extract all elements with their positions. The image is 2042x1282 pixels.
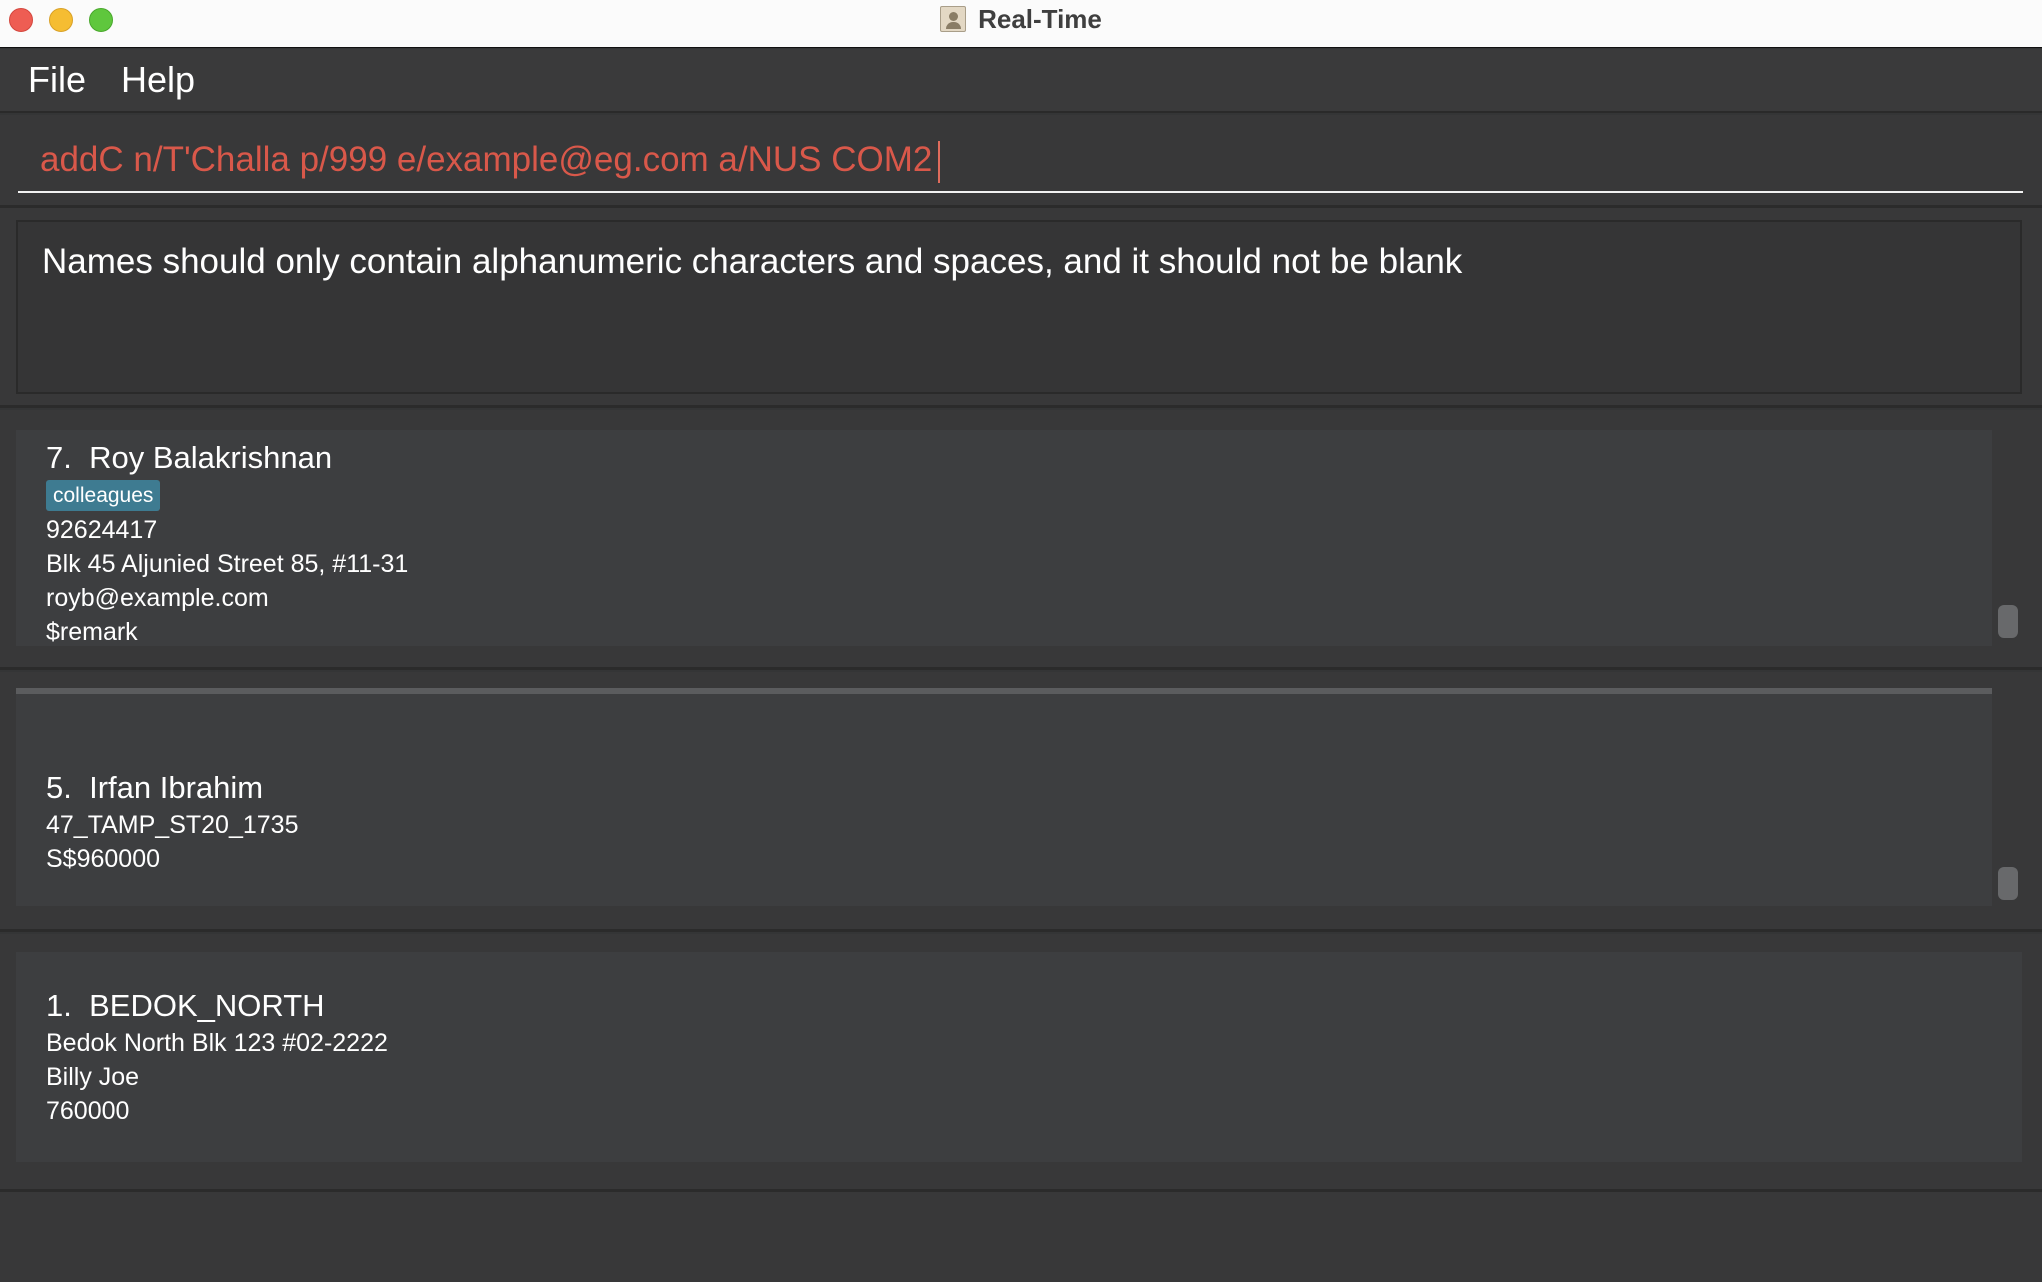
- meetup-name: BEDOK_NORTH: [89, 988, 325, 1023]
- contact-index: 7.: [46, 440, 72, 475]
- contact-list-scrollbar[interactable]: [1998, 605, 2018, 638]
- address-book-icon: [940, 6, 967, 32]
- command-text: addC n/T'Challa p/999 e/example@eg.com a…: [40, 140, 933, 179]
- contact-address: Blk 45 Aljunied Street 85, #11-31: [46, 550, 409, 578]
- meetup-postal: 760000: [46, 1097, 130, 1125]
- property-name-row: 5. Irfan Ibrahim: [46, 768, 1992, 808]
- meetup-card[interactable]: 1. BEDOK_NORTH Bedok North Blk 123 #02-2…: [16, 952, 2022, 1162]
- contact-name-row: 7. Roy Balakrishnan: [46, 438, 1992, 478]
- contact-list-panel: 7. Roy Balakrishnan colleagues 92624417 …: [0, 410, 2042, 670]
- window-title-group: Real-Time: [0, 0, 2042, 38]
- window-title: Real-Time: [978, 3, 1102, 34]
- meetup-contact: Billy Joe: [46, 1063, 140, 1091]
- menu-bar: File Help: [0, 49, 2042, 113]
- meetup-address: Bedok North Blk 123 #02-2222: [46, 1029, 388, 1057]
- property-index: 5.: [46, 770, 72, 805]
- contact-phone: 92624417: [46, 516, 158, 544]
- property-list-panel: 5. Irfan Ibrahim 47_TAMP_ST20_1735 S$960…: [0, 672, 2042, 932]
- menu-file[interactable]: File: [28, 59, 86, 101]
- contact-email: royb@example.com: [46, 584, 269, 612]
- status-area: [0, 1192, 2042, 1282]
- property-card[interactable]: 5. Irfan Ibrahim 47_TAMP_ST20_1735 S$960…: [16, 694, 1992, 906]
- meetup-index: 1.: [46, 988, 72, 1023]
- meetup-name-row: 1. BEDOK_NORTH: [46, 986, 2022, 1026]
- contact-tag: colleagues: [46, 480, 161, 511]
- menu-help[interactable]: Help: [121, 59, 195, 101]
- result-display[interactable]: Names should only contain alphanumeric c…: [16, 220, 2022, 394]
- meetup-list-panel: 1. BEDOK_NORTH Bedok North Blk 123 #02-2…: [0, 934, 2042, 1192]
- property-owner: Irfan Ibrahim: [89, 770, 264, 805]
- text-caret: [938, 140, 941, 183]
- result-display-pane: Names should only contain alphanumeric c…: [0, 208, 2042, 408]
- property-list-scrollbar[interactable]: [1998, 867, 2018, 900]
- command-input[interactable]: addC n/T'Challa p/999 e/example@eg.com a…: [18, 129, 2023, 193]
- command-box: addC n/T'Challa p/999 e/example@eg.com a…: [0, 115, 2042, 208]
- contact-card[interactable]: 7. Roy Balakrishnan colleagues 92624417 …: [16, 430, 1992, 646]
- result-message: Names should only contain alphanumeric c…: [42, 242, 1463, 281]
- contact-remark: $remark: [46, 618, 138, 646]
- property-id: 47_TAMP_ST20_1735: [46, 811, 299, 839]
- property-price: S$960000: [46, 845, 161, 873]
- window-titlebar: Real-Time: [0, 0, 2042, 48]
- contact-name: Roy Balakrishnan: [89, 440, 333, 475]
